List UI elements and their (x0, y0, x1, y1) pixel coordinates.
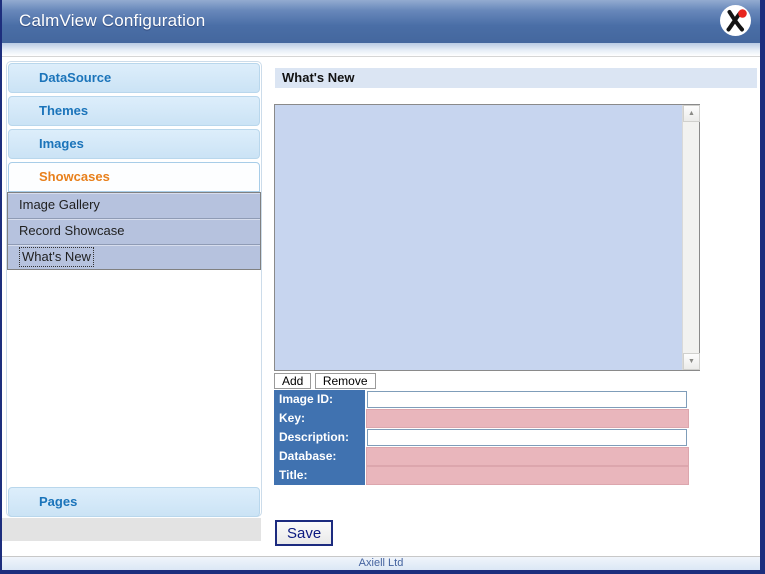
submenu-item-whats-new[interactable]: What's New (8, 245, 260, 270)
scroll-up-icon[interactable]: ▲ (683, 105, 700, 122)
form-row-key: Key: (274, 409, 690, 428)
title-bar: CalmView Configuration (2, 0, 760, 43)
form-row-description: Description: (274, 428, 690, 447)
add-button[interactable]: Add (274, 373, 312, 389)
submenu-item-record-showcase[interactable]: Record Showcase (8, 219, 260, 245)
remove-button[interactable]: Remove (314, 373, 376, 389)
save-button[interactable]: Save (275, 520, 334, 546)
description-field[interactable] (367, 429, 687, 446)
image-id-field[interactable] (367, 391, 687, 408)
sidebar-item-images[interactable]: Images (8, 129, 260, 159)
submenu-item-image-gallery[interactable]: Image Gallery (8, 193, 260, 219)
sidebar-item-themes[interactable]: Themes (8, 96, 260, 126)
axiell-logo-icon (719, 4, 752, 37)
record-form: Image ID: Key: Description: Database: Ti… (274, 390, 690, 485)
app-window: CalmView Configuration DataSource Themes… (0, 0, 765, 574)
listbox-scrollbar[interactable]: ▲ ▼ (682, 105, 700, 370)
showcases-submenu: Image Gallery Record Showcase What's New (7, 192, 261, 270)
footer: Axiell Ltd (2, 556, 760, 570)
scroll-down-icon[interactable]: ▼ (683, 353, 700, 370)
title-label: Title: (274, 466, 365, 485)
database-field[interactable] (366, 447, 689, 466)
title-field[interactable] (366, 466, 689, 485)
titlebar-fade (2, 43, 760, 57)
form-row-database: Database: (274, 447, 690, 466)
page-title: What's New (275, 68, 757, 88)
key-field[interactable] (366, 409, 689, 428)
key-label: Key: (274, 409, 365, 428)
sidebar-item-pages[interactable]: Pages (8, 487, 260, 517)
footer-text: Axiell Ltd (358, 557, 404, 569)
sidebar: DataSource Themes Images Showcases Image… (6, 61, 262, 517)
database-label: Database: (274, 447, 365, 466)
sidebar-footer-strip (2, 518, 261, 541)
listbox-toolbar: Add Remove (274, 373, 376, 389)
sidebar-item-showcases[interactable]: Showcases (8, 162, 260, 192)
description-label: Description: (274, 428, 365, 447)
submenu-item-whats-new-label: What's New (19, 247, 94, 267)
form-row-title: Title: (274, 466, 690, 485)
image-id-label: Image ID: (274, 390, 365, 409)
form-row-image-id: Image ID: (274, 390, 690, 409)
whats-new-listbox[interactable]: ▲ ▼ (274, 104, 700, 371)
sidebar-item-datasource[interactable]: DataSource (8, 63, 260, 93)
window-title: CalmView Configuration (19, 11, 206, 30)
